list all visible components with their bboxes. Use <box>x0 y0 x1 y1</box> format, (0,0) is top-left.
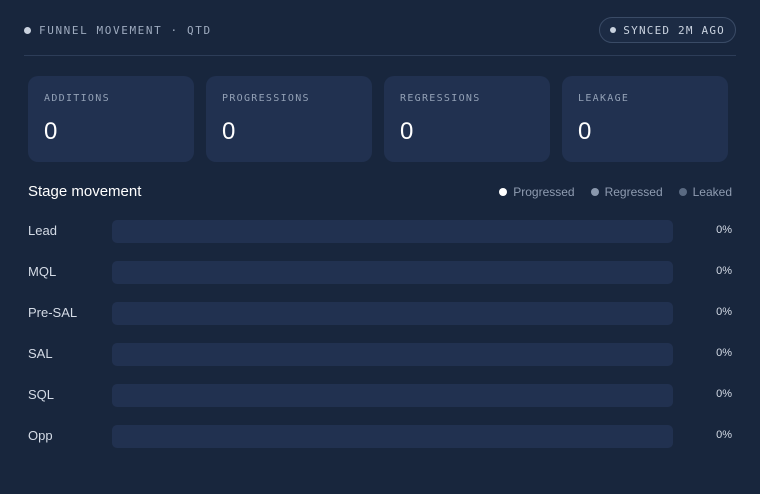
stage-row-sal: SAL 0% <box>28 343 732 366</box>
legend-label: Leaked <box>692 185 732 199</box>
stage-percent: 0% <box>716 429 732 441</box>
stage-percent: 0% <box>716 388 732 400</box>
metric-value: 0 <box>578 118 592 145</box>
legend-item-leaked: Leaked <box>678 185 732 199</box>
stage-bar-track <box>112 220 673 243</box>
legend-dot-icon <box>499 188 508 196</box>
stage-bar-track <box>112 302 673 325</box>
stage-percent: 0% <box>716 347 732 359</box>
metric-cards: ADDITIONS 0 PROGRESSIONS 0 REGRESSIONS 0… <box>28 76 728 162</box>
sync-dot-icon <box>610 27 617 33</box>
page-title: FUNNEL MOVEMENT · QTD <box>39 24 212 37</box>
stage-label: Opp <box>28 428 53 443</box>
sync-status-text: SYNCED 2M AGO <box>623 23 725 37</box>
metric-label: LEAKAGE <box>578 93 630 104</box>
metric-value: 0 <box>44 118 58 145</box>
section-title: Stage movement <box>28 183 142 200</box>
stage-percent: 0% <box>716 265 732 277</box>
stage-row-mql: MQL 0% <box>28 261 732 284</box>
metric-card-leakage: LEAKAGE 0 <box>562 76 728 162</box>
header: FUNNEL MOVEMENT · QTD SYNCED 2M AGO <box>24 16 736 56</box>
metric-value: 0 <box>400 118 414 145</box>
legend-dot-icon <box>590 188 599 196</box>
stage-percent: 0% <box>716 306 732 318</box>
stage-row-lead: Lead 0% <box>28 220 732 243</box>
stage-label: SAL <box>28 346 53 361</box>
stage-row-sql: SQL 0% <box>28 384 732 407</box>
legend-item-regressed: Regressed <box>590 185 663 199</box>
metric-label: PROGRESSIONS <box>222 93 310 104</box>
title-group: FUNNEL MOVEMENT · QTD <box>24 24 212 37</box>
stage-label: MQL <box>28 264 57 279</box>
stage-row-opp: Opp 0% <box>28 425 732 448</box>
metric-value: 0 <box>222 118 236 145</box>
stage-percent: 0% <box>716 224 732 236</box>
metric-label: REGRESSIONS <box>400 93 481 104</box>
metric-label: ADDITIONS <box>44 93 110 104</box>
legend-dot-icon <box>678 188 687 196</box>
sync-status-badge: SYNCED 2M AGO <box>599 17 736 43</box>
legend-label: Regressed <box>604 185 663 199</box>
stage-bar-track <box>112 425 673 448</box>
legend: Progressed Regressed Leaked <box>483 185 732 199</box>
metric-card-regressions: REGRESSIONS 0 <box>384 76 550 162</box>
metric-card-additions: ADDITIONS 0 <box>28 76 194 162</box>
status-dot-icon <box>24 27 31 34</box>
stage-label: SQL <box>28 387 55 402</box>
legend-item-progressed: Progressed <box>499 185 575 199</box>
stage-bar-track <box>112 384 673 407</box>
stage-label: Lead <box>28 223 57 238</box>
stage-label: Pre-SAL <box>28 305 78 320</box>
stage-row-pre-sal: Pre-SAL 0% <box>28 302 732 325</box>
metric-card-progressions: PROGRESSIONS 0 <box>206 76 372 162</box>
legend-label: Progressed <box>513 185 575 199</box>
stage-bar-track <box>112 261 673 284</box>
stage-bar-track <box>112 343 673 366</box>
